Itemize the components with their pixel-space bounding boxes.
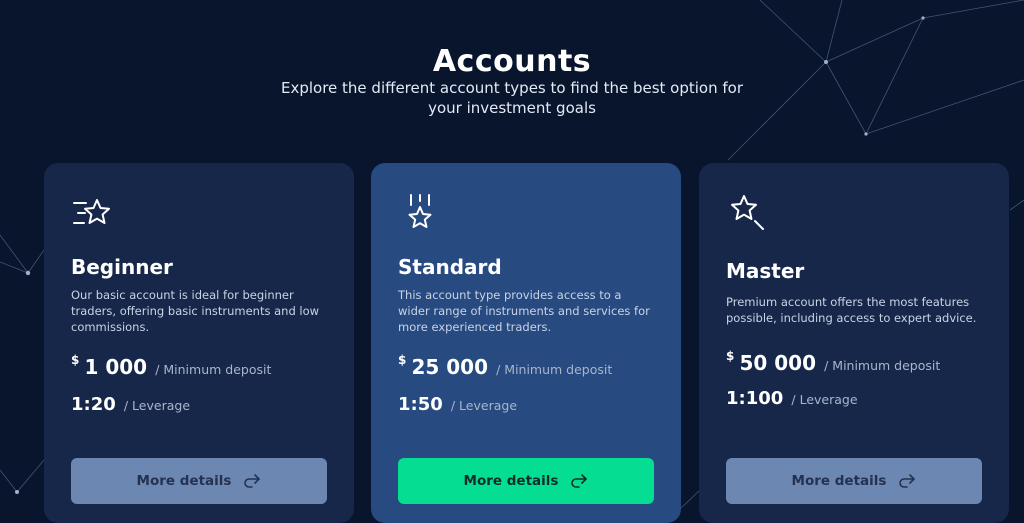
leverage-value: 1:100 [726, 388, 784, 409]
button-label: More details [463, 473, 559, 489]
minimum-deposit: $ 50 000 / Minimum deposit [726, 349, 941, 375]
card-description: This account type provides access to a w… [398, 288, 650, 334]
more-details-button[interactable]: More details [71, 458, 327, 504]
currency-symbol: $ [726, 349, 735, 363]
leverage-label: / Leverage [791, 392, 858, 407]
star-list-icon [72, 193, 114, 235]
leverage-value: 1:20 [71, 394, 116, 415]
button-label: More details [136, 473, 232, 489]
page-subtitle: Explore the different account types to f… [280, 79, 744, 117]
deposit-amount: 50 000 [739, 351, 816, 375]
more-details-button[interactable]: More details [726, 458, 982, 504]
minimum-deposit: $ 25 000 / Minimum deposit [398, 353, 613, 379]
falling-star-icon [399, 193, 441, 235]
deposit-amount: 25 000 [411, 355, 488, 379]
card-title: Standard [398, 255, 502, 279]
minimum-deposit: $ 1 000 / Minimum deposit [71, 353, 272, 379]
page-title: Accounts [432, 44, 592, 80]
leverage-value: 1:50 [398, 394, 443, 415]
leverage: 1:20 / Leverage [71, 394, 190, 415]
currency-symbol: $ [71, 353, 80, 367]
leverage-label: / Leverage [450, 398, 518, 413]
deposit-amount: 1 000 [84, 355, 148, 379]
card-title: Master [726, 259, 805, 283]
leverage: 1:100 / Leverage [726, 388, 858, 409]
account-card-standard: Standard This account type provides acce… [371, 163, 681, 523]
button-label: More details [791, 473, 887, 489]
leverage-label: / Leverage [123, 398, 191, 413]
card-description: Premium account offers the most features… [726, 295, 977, 325]
deposit-label: / Minimum deposit [155, 362, 272, 377]
currency-symbol: $ [398, 353, 407, 367]
card-title: Beginner [71, 255, 173, 279]
card-description: Our basic account is ideal for beginner … [71, 288, 320, 334]
redirect-arrow-icon [898, 474, 916, 488]
account-card-beginner: Beginner Our basic account is ideal for … [44, 163, 354, 523]
magic-star-icon [727, 193, 769, 235]
redirect-arrow-icon [570, 474, 588, 488]
deposit-label: / Minimum deposit [824, 358, 941, 373]
redirect-arrow-icon [243, 474, 261, 488]
leverage: 1:50 / Leverage [398, 394, 517, 415]
account-card-master: Master Premium account offers the most f… [699, 163, 1009, 523]
more-details-button[interactable]: More details [398, 458, 654, 504]
deposit-label: / Minimum deposit [496, 362, 613, 377]
